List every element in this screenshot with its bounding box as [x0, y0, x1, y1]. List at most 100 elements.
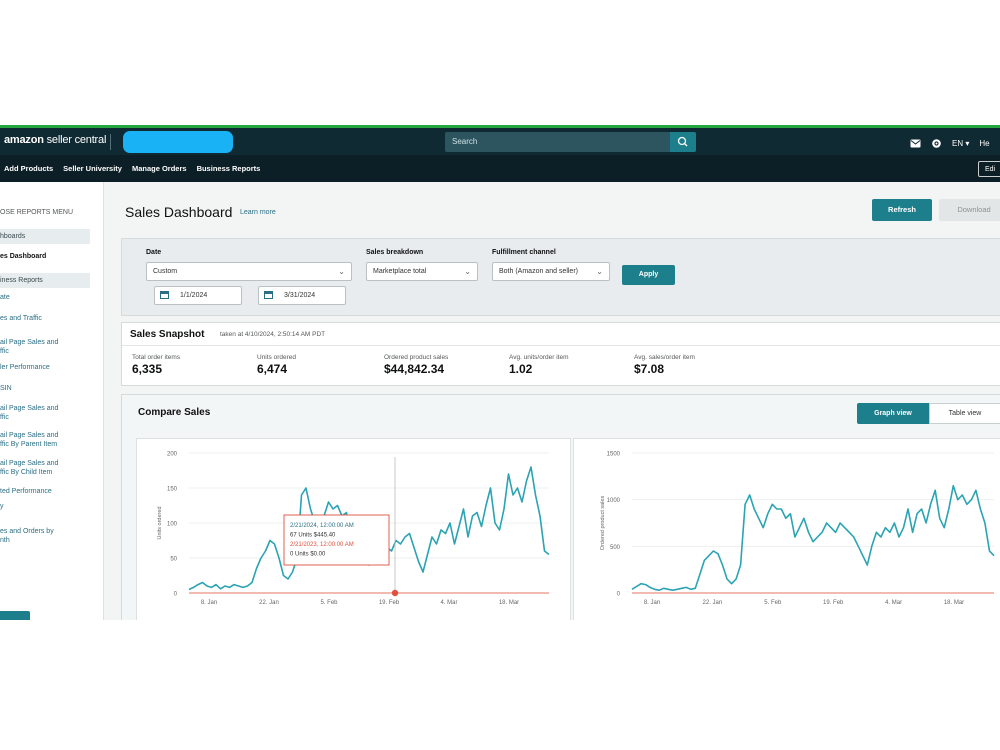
- sales-snapshot-panel: Sales Snapshot taken at 4/10/2024, 2:50:…: [121, 322, 1000, 386]
- seller-central-screenshot: amazon seller central Search EN ▾ He Add…: [0, 125, 1000, 620]
- language-selector[interactable]: EN ▾: [952, 139, 969, 148]
- y-axis-label: Ordered product sales: [600, 496, 606, 551]
- y-tick-label: 150: [167, 487, 178, 493]
- x-tick-label: 19. Feb: [823, 600, 844, 606]
- x-tick-label: 18. Mar: [499, 600, 519, 606]
- download-button[interactable]: Download: [939, 199, 1000, 221]
- refresh-button[interactable]: Refresh: [872, 199, 932, 221]
- sales-breakdown-select[interactable]: Marketplace total ⌄: [366, 262, 478, 281]
- sales-breakdown-value: Marketplace total: [373, 268, 427, 275]
- mail-icon[interactable]: [910, 139, 921, 148]
- edit-nav-button[interactable]: Edi: [978, 161, 1000, 177]
- units-ordered-chart-panel: 0 50 100 150 200 Units ordered 8. Jan 22. Jan 5.…: [136, 438, 571, 620]
- main-content: Sales Dashboard Learn more Refresh Downl…: [103, 182, 1000, 620]
- nav-item-1[interactable]: Seller University: [63, 164, 122, 173]
- x-tick-label: 22. Jan: [703, 600, 723, 606]
- start-date-input[interactable]: 1/1/2024: [154, 286, 242, 305]
- amazon-seller-central-logo[interactable]: amazon seller central: [4, 134, 106, 146]
- y-tick-label: 0: [174, 592, 178, 598]
- sidebar-item-sales-dashboard[interactable]: es Dashboard: [0, 252, 80, 261]
- sidebar-report-item[interactable]: y: [0, 502, 80, 511]
- metric-label: Avg. units/order item: [509, 354, 569, 361]
- snapshot-title: Sales Snapshot: [130, 329, 205, 340]
- graph-view-toggle[interactable]: Graph view: [857, 403, 929, 424]
- reports-sidebar: OSE REPORTS MENU hboards es Dashboard in…: [0, 182, 104, 620]
- sidebar-report-item[interactable]: es and Traffic: [0, 314, 80, 323]
- sidebar-report-item[interactable]: ail Page Sales and ffic By Parent Item: [0, 431, 80, 449]
- x-tick-label: 8. Jan: [644, 600, 660, 606]
- sidebar-report-item[interactable]: ate: [0, 293, 80, 302]
- snapshot-metrics: Total order items 6,335 Units ordered 6,474…: [122, 345, 1000, 388]
- apply-button[interactable]: Apply: [622, 265, 675, 285]
- sidebar-report-item[interactable]: ail Page Sales and ffic: [0, 338, 80, 356]
- search-input[interactable]: Search: [445, 132, 670, 152]
- fulfillment-channel-value: Both (Amazon and seller): [499, 268, 578, 275]
- x-tick-label: 4. Mar: [885, 600, 902, 606]
- ordered-sales-chart[interactable]: 0 500 1000 1500 Ordered product sales 8. Jan 2…: [574, 439, 1000, 620]
- gear-icon[interactable]: [931, 138, 942, 149]
- sidebar-section-business-reports: iness Reports: [0, 273, 90, 288]
- top-right-controls: EN ▾ He: [910, 135, 990, 151]
- sidebar-report-item[interactable]: ail Page Sales and ffic By Child Item: [0, 459, 80, 477]
- y-axis-label: Units ordered: [157, 506, 163, 539]
- metric-label: Total order items: [132, 354, 181, 361]
- snapshot-metric: Total order items 6,335: [132, 354, 180, 376]
- sidebar-report-item[interactable]: SIN: [0, 384, 80, 393]
- tooltip-line: 0 Units $0.00: [290, 552, 326, 558]
- chevron-down-icon: ⌄: [338, 267, 345, 276]
- x-tick-label: 18. Mar: [944, 600, 964, 606]
- nav-item-0[interactable]: Add Products: [4, 164, 53, 173]
- sidebar-report-item[interactable]: ted Performance: [0, 487, 80, 496]
- chevron-down-icon: ⌄: [596, 263, 603, 280]
- sidebar-report-item[interactable]: ail Page Sales and ffic: [0, 404, 80, 422]
- help-link[interactable]: He: [979, 139, 989, 148]
- y-tick-label: 500: [610, 545, 621, 551]
- search-button[interactable]: [670, 132, 696, 152]
- ordered-sales-chart-panel: 0 500 1000 1500 Ordered product sales 8. Jan 2…: [573, 438, 1000, 620]
- x-tick-label: 22. Jan: [259, 600, 279, 606]
- units-ordered-chart[interactable]: 0 50 100 150 200 Units ordered 8. Jan 22. Jan 5.…: [137, 439, 570, 620]
- y-tick-label: 0: [617, 592, 621, 598]
- fulfillment-channel-label: Fulfillment channel: [492, 249, 556, 256]
- date-label: Date: [146, 249, 162, 256]
- sidebar-menu-header[interactable]: OSE REPORTS MENU: [0, 209, 73, 216]
- sidebar-report-item[interactable]: es and Orders by nth: [0, 527, 80, 545]
- calendar-icon: [160, 291, 169, 299]
- compare-sales-panel: Compare Sales Graph view Table view 0 50 1…: [121, 394, 1000, 620]
- metric-value: 1.02: [509, 362, 533, 376]
- date-range-select[interactable]: Custom ⌄: [146, 262, 352, 281]
- snapshot-metric: Units ordered 6,474: [257, 354, 296, 376]
- nav-item-2[interactable]: Manage Orders: [132, 164, 187, 173]
- sidebar-report-item[interactable]: ler Performance: [0, 363, 80, 372]
- top-bar: amazon seller central Search EN ▾ He: [0, 125, 1000, 155]
- x-tick-label: 5. Feb: [320, 600, 338, 606]
- logo-divider: [110, 134, 111, 150]
- fulfillment-channel-select[interactable]: Both (Amazon and seller) ⌄: [492, 262, 610, 281]
- metric-value: $44,842.34: [384, 362, 445, 376]
- y-tick-label: 100: [167, 522, 178, 528]
- nav-links: Add Products Seller University Manage Orde…: [4, 155, 260, 182]
- metric-value: 6,335: [132, 362, 163, 376]
- account-switcher[interactable]: [123, 131, 233, 153]
- tooltip-line: 67 Units $445.40: [290, 533, 336, 539]
- filters-panel: Date Custom ⌄ 1/1/2024 3/31/2024 Sales b…: [121, 238, 1000, 316]
- date-range-value: Custom: [153, 268, 178, 275]
- sidebar-action-button[interactable]: [0, 611, 30, 620]
- tooltip-line: 2/21/2023, 12:00:00 AM: [290, 542, 354, 548]
- learn-more-link[interactable]: Learn more: [240, 209, 276, 216]
- metric-value: $7.08: [634, 362, 665, 376]
- y-tick-label: 1500: [607, 452, 621, 458]
- table-view-toggle[interactable]: Table view: [929, 403, 1000, 424]
- hover-point: [391, 589, 399, 597]
- sidebar-section-dashboards: hboards: [0, 229, 90, 244]
- brand-name: amazon: [4, 134, 44, 146]
- end-date-input[interactable]: 3/31/2024: [258, 286, 346, 305]
- y-tick-label: 1000: [607, 498, 621, 504]
- y-tick-label: 200: [167, 452, 178, 458]
- nav-bar: Add Products Seller University Manage Orde…: [0, 155, 1000, 182]
- x-tick-label: 19. Feb: [379, 600, 400, 606]
- brand-suffix: seller central: [46, 134, 107, 146]
- snapshot-timestamp: taken at 4/10/2024, 2:50:14 AM PDT: [220, 331, 326, 338]
- sales-breakdown-label: Sales breakdown: [366, 249, 424, 256]
- nav-item-3[interactable]: Business Reports: [197, 164, 261, 173]
